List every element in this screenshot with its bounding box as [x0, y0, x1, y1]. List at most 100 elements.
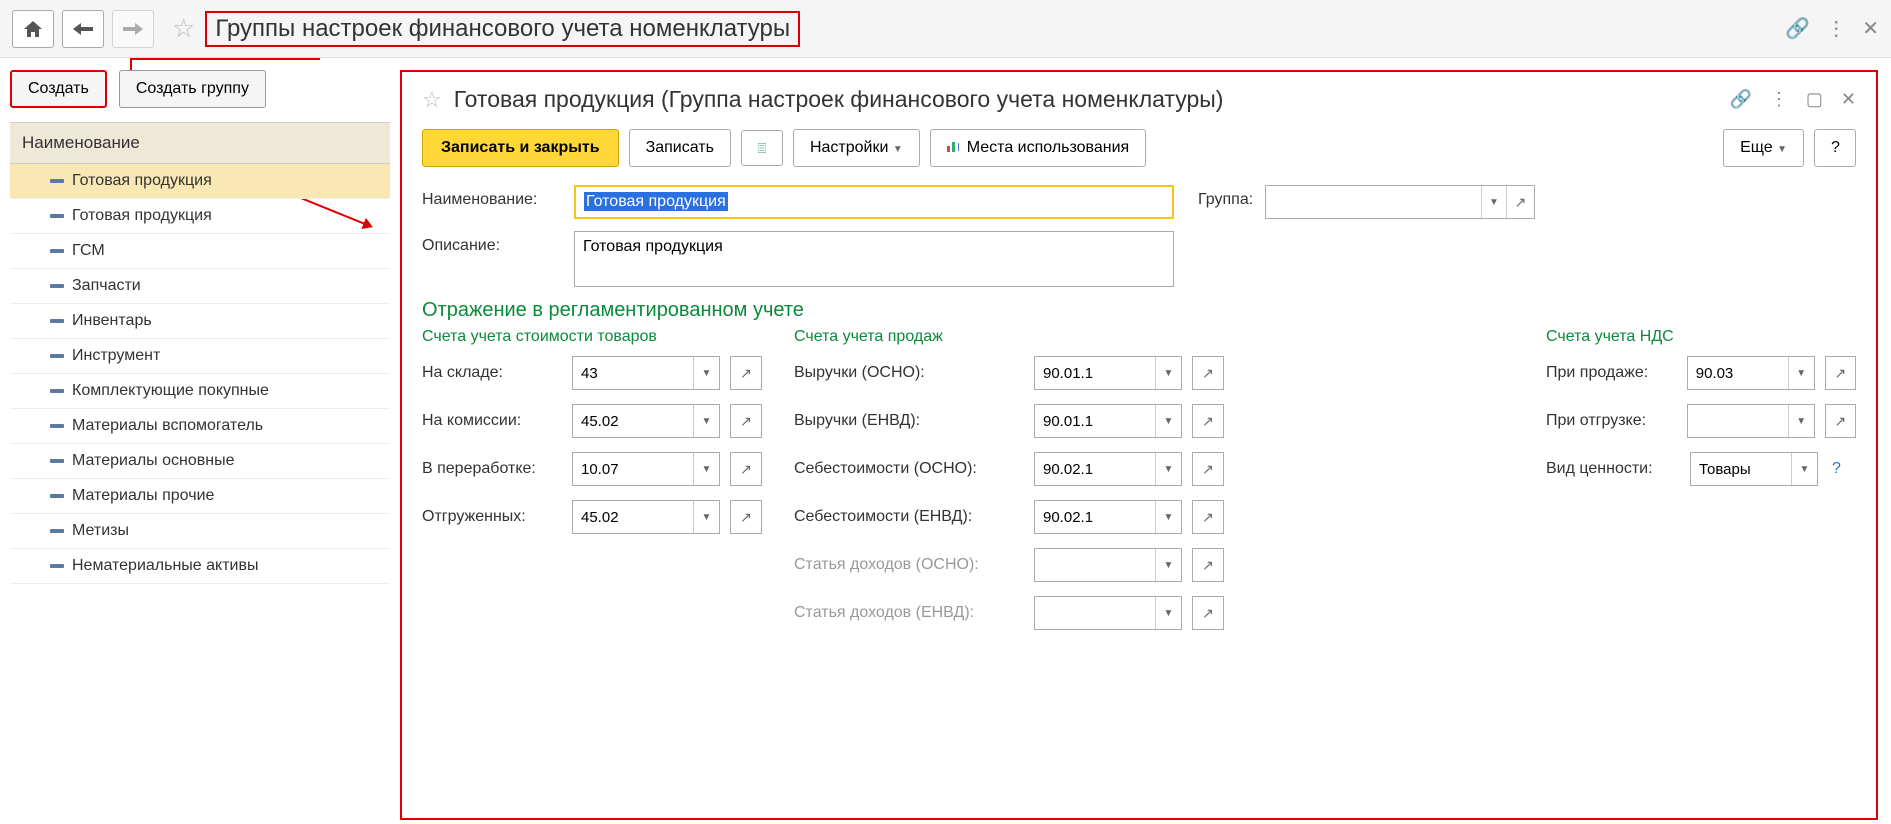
save-close-button[interactable]: Записать и закрыть: [422, 129, 619, 167]
vat-sale-select[interactable]: ▼: [1687, 356, 1815, 390]
dropdown-icon[interactable]: ▼: [1155, 501, 1181, 533]
inc-envd-input[interactable]: [1035, 597, 1155, 629]
create-group-button[interactable]: Создать группу: [119, 70, 266, 108]
expand-icon[interactable]: ↗: [730, 500, 762, 534]
rev-osno-select[interactable]: ▼: [1034, 356, 1182, 390]
warehouse-select[interactable]: ▼: [572, 356, 720, 390]
dropdown-icon[interactable]: ▼: [1155, 453, 1181, 485]
rev-envd-select[interactable]: ▼: [1034, 404, 1182, 438]
commission-select[interactable]: ▼: [572, 404, 720, 438]
dropdown-icon[interactable]: ▼: [693, 453, 719, 485]
favorite-star-icon[interactable]: ☆: [422, 87, 442, 113]
help-icon[interactable]: ?: [1832, 460, 1841, 478]
desc-textarea[interactable]: [574, 231, 1174, 287]
list-item[interactable]: Нематериальные активы: [10, 549, 390, 584]
expand-icon[interactable]: ↗: [1192, 500, 1224, 534]
help-button[interactable]: ?: [1814, 129, 1856, 167]
shipped-input[interactable]: [573, 501, 693, 533]
dropdown-icon[interactable]: ▼: [1155, 597, 1181, 629]
warehouse-input[interactable]: [573, 357, 693, 389]
kebab-menu-icon[interactable]: ⋮: [1770, 89, 1788, 110]
expand-icon[interactable]: ↗: [1192, 404, 1224, 438]
name-label: Наименование:: [422, 185, 562, 209]
list-item[interactable]: Материалы вспомогатель: [10, 409, 390, 444]
cost-osno-select[interactable]: ▼: [1034, 452, 1182, 486]
vat-ship-input[interactable]: [1688, 405, 1788, 437]
cost-osno-input[interactable]: [1035, 453, 1155, 485]
name-value: Готовая продукция: [584, 192, 728, 211]
dropdown-icon[interactable]: ▼: [693, 357, 719, 389]
expand-icon[interactable]: ↗: [1825, 356, 1856, 390]
close-icon[interactable]: ✕: [1841, 89, 1856, 110]
vat-ship-select[interactable]: ▼: [1687, 404, 1815, 438]
kebab-menu-icon[interactable]: ⋮: [1826, 16, 1846, 41]
forward-button[interactable]: [112, 10, 154, 48]
usage-button[interactable]: Места использования: [930, 129, 1146, 167]
name-input[interactable]: Готовая продукция: [574, 185, 1174, 219]
dropdown-icon[interactable]: ▼: [693, 501, 719, 533]
expand-icon[interactable]: ↗: [1825, 404, 1856, 438]
group-select[interactable]: ▼ ↗: [1265, 185, 1535, 219]
dropdown-icon[interactable]: ▼: [1791, 453, 1817, 485]
commission-input[interactable]: [573, 405, 693, 437]
list-item[interactable]: Запчасти: [10, 269, 390, 304]
expand-icon[interactable]: ↗: [730, 404, 762, 438]
expand-icon[interactable]: ↗: [730, 452, 762, 486]
rev-osno-input[interactable]: [1035, 357, 1155, 389]
inc-envd-select[interactable]: ▼: [1034, 596, 1182, 630]
group-input[interactable]: [1266, 186, 1481, 218]
expand-icon[interactable]: ↗: [1192, 452, 1224, 486]
list-item[interactable]: Материалы основные: [10, 444, 390, 479]
create-button[interactable]: Создать: [10, 70, 107, 108]
dropdown-icon[interactable]: ▼: [1155, 549, 1181, 581]
expand-icon[interactable]: ↗: [1192, 356, 1224, 390]
back-button[interactable]: [62, 10, 104, 48]
list-item[interactable]: Инструмент: [10, 339, 390, 374]
settings-button[interactable]: Настройки ▼: [793, 129, 920, 167]
maximize-icon[interactable]: ▢: [1806, 89, 1823, 110]
expand-icon[interactable]: ↗: [1192, 548, 1224, 582]
list-item[interactable]: Комплектующие покупные: [10, 374, 390, 409]
value-type-select[interactable]: ▼: [1690, 452, 1818, 486]
vat-sale-input[interactable]: [1688, 357, 1788, 389]
expand-icon[interactable]: ↗: [1192, 596, 1224, 630]
item-icon: [50, 354, 64, 358]
expand-icon[interactable]: ↗: [1506, 186, 1534, 218]
dropdown-icon[interactable]: ▼: [1155, 357, 1181, 389]
report-icon-button[interactable]: [741, 130, 783, 166]
link-icon[interactable]: 🔗: [1785, 16, 1810, 41]
dropdown-icon[interactable]: ▼: [1788, 357, 1814, 389]
list-header[interactable]: Наименование: [10, 122, 390, 164]
dropdown-icon[interactable]: ▼: [1155, 405, 1181, 437]
dropdown-icon[interactable]: ▼: [693, 405, 719, 437]
close-icon[interactable]: ✕: [1862, 16, 1879, 41]
favorite-star-icon[interactable]: ☆: [172, 13, 195, 44]
item-label: Инструмент: [72, 347, 160, 365]
home-button[interactable]: [12, 10, 54, 48]
cost-envd-select[interactable]: ▼: [1034, 500, 1182, 534]
processing-select[interactable]: ▼: [572, 452, 720, 486]
list-item[interactable]: Материалы прочие: [10, 479, 390, 514]
rev-envd-input[interactable]: [1035, 405, 1155, 437]
item-icon: [50, 214, 64, 218]
dropdown-icon[interactable]: ▼: [1788, 405, 1814, 437]
warehouse-label: На складе:: [422, 364, 562, 382]
value-type-input[interactable]: [1691, 453, 1791, 485]
list-item[interactable]: Инвентарь: [10, 304, 390, 339]
list-item[interactable]: Готовая продукция: [10, 199, 390, 234]
link-icon[interactable]: 🔗: [1729, 89, 1751, 110]
inc-osno-select[interactable]: ▼: [1034, 548, 1182, 582]
cost-envd-input[interactable]: [1035, 501, 1155, 533]
list-item[interactable]: Метизы: [10, 514, 390, 549]
item-icon: [50, 424, 64, 428]
more-button[interactable]: Еще ▼: [1723, 129, 1804, 167]
save-button[interactable]: Записать: [629, 129, 731, 167]
shipped-select[interactable]: ▼: [572, 500, 720, 534]
processing-input[interactable]: [573, 453, 693, 485]
inc-osno-input[interactable]: [1035, 549, 1155, 581]
list-item[interactable]: ГСМ: [10, 234, 390, 269]
item-label: Комплектующие покупные: [72, 382, 269, 400]
dropdown-icon[interactable]: ▼: [1481, 186, 1506, 218]
list-item[interactable]: Готовая продукция: [10, 164, 390, 199]
expand-icon[interactable]: ↗: [730, 356, 762, 390]
